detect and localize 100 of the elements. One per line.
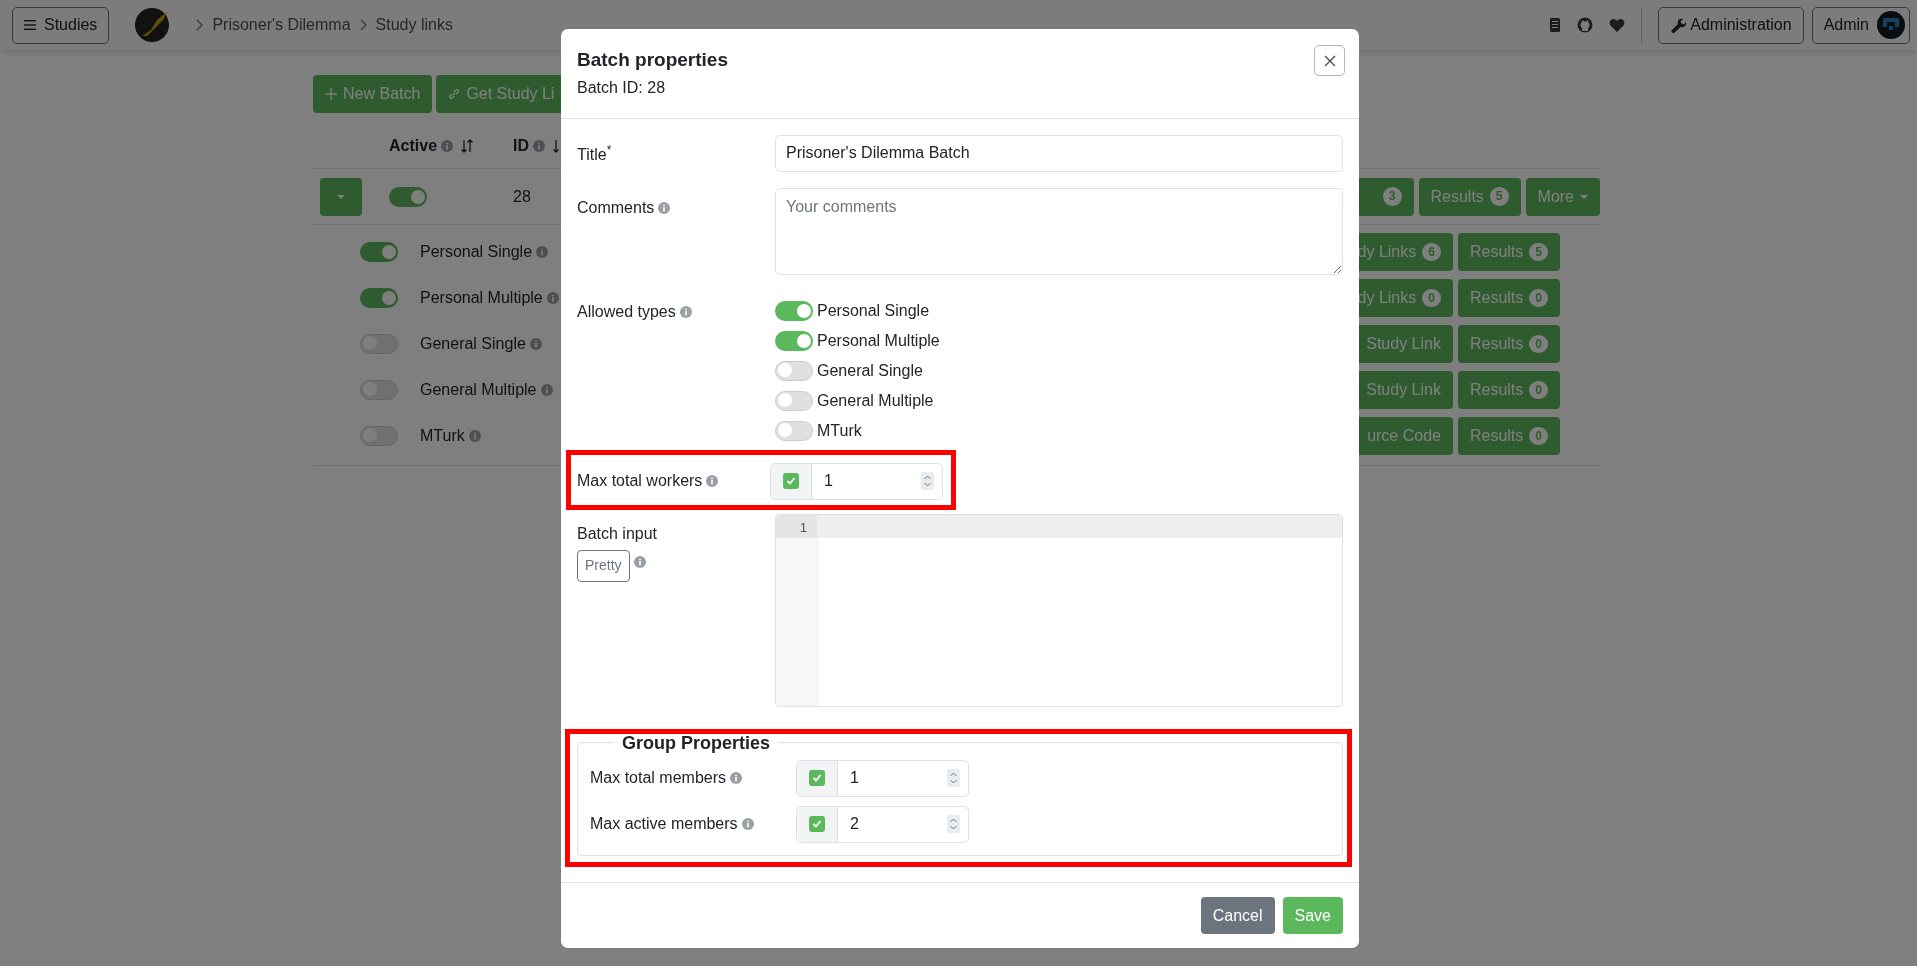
field-label: Max total workers	[577, 472, 703, 490]
field-label: Batch input	[577, 523, 659, 544]
logo-icon[interactable]	[133, 6, 172, 44]
toggle-switch[interactable]	[360, 380, 398, 400]
option-label: Personal Single	[817, 300, 930, 321]
avatar-icon	[1877, 11, 1905, 39]
toggle-switch[interactable]	[775, 420, 813, 441]
type-label: Personal Multiple	[420, 288, 543, 308]
toggle-switch[interactable]	[360, 334, 398, 354]
info-icon	[730, 772, 743, 785]
toggle-switch[interactable]	[775, 330, 813, 351]
administration-button[interactable]: Administration	[1658, 6, 1804, 44]
group-legend: Group Properties	[614, 733, 779, 752]
count-badge: 0	[1529, 380, 1548, 400]
breadcrumb-link[interactable]: Study links	[375, 13, 453, 37]
action-button[interactable]: Results 0	[1457, 325, 1560, 363]
option-label: MTurk	[817, 420, 862, 441]
save-button[interactable]: Save	[1282, 897, 1343, 934]
spinner-icon[interactable]	[947, 815, 960, 834]
action-button[interactable]: Study Link	[1359, 371, 1453, 409]
check-icon	[812, 773, 822, 784]
info-icon	[468, 430, 481, 442]
type-label: General Multiple	[420, 380, 537, 400]
count-badge: 0	[1529, 426, 1548, 446]
count-badge: 0	[1529, 288, 1548, 308]
user-menu-button[interactable]: Admin	[1811, 6, 1910, 44]
required-mark: *	[606, 142, 612, 157]
info-icon	[679, 305, 692, 318]
info-icon	[540, 384, 553, 396]
toggle-switch[interactable]	[775, 360, 813, 381]
info-icon	[633, 555, 646, 568]
toggle-switch[interactable]	[775, 390, 813, 411]
action-button[interactable]: urce Code	[1359, 417, 1453, 455]
new-batch-button[interactable]: New Batch	[313, 75, 433, 113]
info-icon	[441, 140, 454, 152]
action-button[interactable]: Results 5	[1418, 177, 1521, 216]
wrench-icon	[1670, 16, 1687, 34]
column-header[interactable]: ID	[513, 134, 529, 158]
close-button[interactable]	[1314, 45, 1345, 76]
github-icon[interactable]	[1577, 17, 1594, 33]
checkbox[interactable]	[809, 816, 825, 833]
field-label: Title	[577, 145, 607, 163]
spinner-icon[interactable]	[921, 472, 934, 491]
action-button[interactable]: Results 0	[1457, 371, 1560, 409]
pretty-button[interactable]: Pretty	[577, 549, 630, 582]
count-badge: 3	[1382, 187, 1402, 206]
number-field[interactable]: 1	[770, 462, 943, 500]
option-label: Personal Multiple	[817, 330, 940, 351]
info-icon	[658, 201, 671, 214]
batch-id: 28	[513, 186, 531, 207]
column-header[interactable]: Active	[389, 134, 438, 158]
link-icon	[448, 88, 461, 100]
chevron-icon	[358, 19, 368, 31]
document-icon[interactable]	[1549, 18, 1562, 32]
action-button[interactable]: dy Links 0	[1359, 279, 1453, 317]
field-label: Allowed types	[577, 302, 676, 320]
count-badge: 5	[1489, 187, 1509, 206]
toggle-switch[interactable]	[775, 300, 813, 321]
count-badge: 5	[1529, 242, 1548, 262]
more-button[interactable]: More	[1525, 177, 1600, 216]
comments-field[interactable]: Your comments	[775, 187, 1343, 275]
action-button[interactable]: Results 0	[1457, 417, 1560, 455]
checkbox[interactable]	[783, 473, 799, 490]
action-button[interactable]: dy Links 6	[1359, 233, 1453, 271]
check-icon	[786, 476, 796, 487]
toggle-switch[interactable]	[360, 242, 398, 262]
action-button[interactable]: Results 0	[1457, 279, 1560, 317]
breadcrumb-link[interactable]: Prisoner's Dilemma	[212, 13, 351, 37]
option-label: General Multiple	[817, 390, 934, 411]
action-button[interactable]: Study Link	[1359, 325, 1453, 363]
count-badge: 0	[1529, 334, 1548, 354]
toggle-switch[interactable]	[360, 426, 398, 446]
batch-id-text: Batch ID: 28	[577, 77, 667, 98]
number-field[interactable]: 1	[796, 759, 969, 797]
heart-icon[interactable]	[1609, 17, 1626, 33]
action-button[interactable]: 3	[1359, 177, 1414, 216]
field-label: Max active members	[590, 815, 738, 833]
checkbox[interactable]	[809, 770, 825, 787]
toggle-switch[interactable]	[389, 186, 427, 207]
field-label: Comments	[577, 198, 655, 216]
spinner-icon[interactable]	[947, 769, 960, 788]
field-label: Max total members	[590, 769, 727, 787]
cancel-button[interactable]: Cancel	[1200, 897, 1275, 934]
info-icon	[529, 338, 542, 350]
close-icon	[1323, 54, 1336, 67]
expand-button[interactable]	[320, 177, 362, 216]
studies-button[interactable]: Studies	[12, 6, 110, 44]
code-editor[interactable]: 1	[775, 513, 1343, 707]
caret-icon	[1580, 194, 1588, 199]
line-number: 1	[776, 514, 817, 538]
number-field[interactable]: 2	[796, 805, 969, 843]
menu-icon	[24, 19, 36, 31]
action-button[interactable]: Results 5	[1457, 233, 1560, 271]
title-field[interactable]: Prisoner's Dilemma Batch	[775, 134, 1343, 172]
info-icon	[741, 818, 754, 831]
toggle-switch[interactable]	[360, 288, 398, 308]
number-value: 1	[850, 768, 859, 789]
option-label: General Single	[817, 360, 923, 381]
number-value: 1	[824, 471, 833, 492]
chevron-icon	[195, 19, 205, 31]
